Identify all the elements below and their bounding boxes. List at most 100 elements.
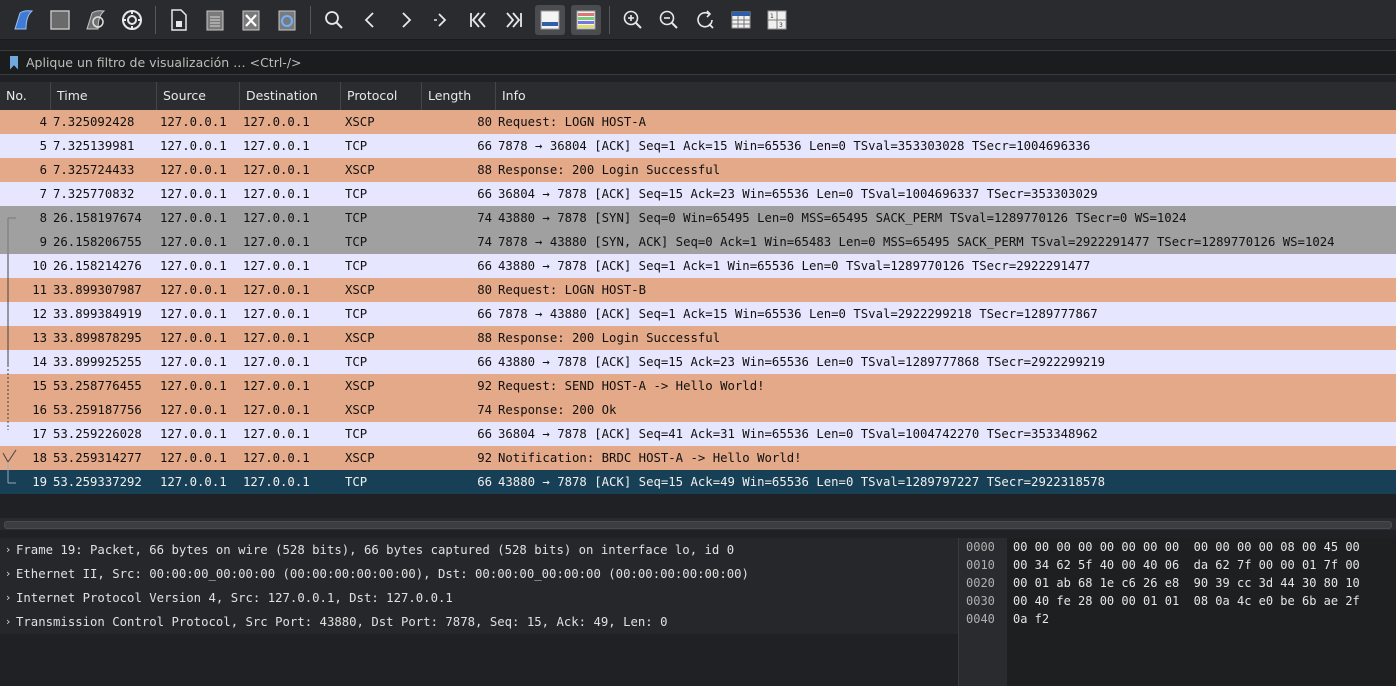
packet-no: 15 bbox=[32, 379, 47, 393]
byte-hex-row[interactable]: 00 00 00 00 00 00 00 00 00 00 00 00 08 0… bbox=[1013, 538, 1360, 556]
packet-time: 53.259187756 bbox=[53, 403, 142, 417]
packet-row[interactable]: 4 7.325092428 127.0.0.1 127.0.0.1 XSCP 80 Requ… bbox=[0, 110, 1396, 134]
packet-destination: 127.0.0.1 bbox=[243, 307, 310, 321]
capture-options-button[interactable] bbox=[117, 5, 147, 35]
reload-file-button[interactable] bbox=[272, 5, 302, 35]
column-header-no[interactable]: No. bbox=[0, 82, 51, 110]
packet-no: 19 bbox=[32, 475, 47, 489]
detail-tree-item[interactable]: › Ethernet II, Src: 00:00:00_00:00:00 (00… bbox=[0, 562, 958, 586]
packet-info: 43880 → 7878 [SYN] Seq=0 Win=65495 Len=0… bbox=[498, 211, 1187, 225]
packet-destination: 127.0.0.1 bbox=[243, 355, 310, 369]
packet-no: 18 bbox=[32, 451, 47, 465]
colorize-icon bbox=[576, 10, 596, 29]
packet-row[interactable]: 14 33.899925255 127.0.0.1 127.0.0.1 TCP 66 438… bbox=[0, 350, 1396, 374]
resize-columns-button[interactable] bbox=[726, 5, 756, 35]
packet-row[interactable]: 15 53.258776455 127.0.0.1 127.0.0.1 XSCP 92 Re… bbox=[0, 374, 1396, 398]
packet-row[interactable]: 8 26.158197674 127.0.0.1 127.0.0.1 TCP 74 4388… bbox=[0, 206, 1396, 230]
display-filter-bar bbox=[0, 50, 1396, 75]
detail-tree-item[interactable]: › Frame 19: Packet, 66 bytes on wire (528… bbox=[0, 538, 958, 562]
zoom-in-button[interactable] bbox=[618, 5, 648, 35]
column-header-source[interactable]: Source bbox=[157, 82, 240, 110]
byte-hex-row[interactable]: 00 40 fe 28 00 00 01 01 08 0a 4c e0 be 6… bbox=[1013, 592, 1360, 610]
packet-row[interactable]: 17 53.259226028 127.0.0.1 127.0.0.1 TCP 66 368… bbox=[0, 422, 1396, 446]
go-forward-button[interactable] bbox=[391, 5, 421, 35]
packet-row[interactable]: 11 33.899307987 127.0.0.1 127.0.0.1 XSCP 80 Re… bbox=[0, 278, 1396, 302]
packet-no: 8 bbox=[39, 211, 47, 225]
packet-row[interactable]: 12 33.899384919 127.0.0.1 127.0.0.1 TCP 66 787… bbox=[0, 302, 1396, 326]
close-file-button[interactable] bbox=[236, 5, 266, 35]
packet-protocol: XSCP bbox=[345, 451, 375, 465]
packet-info: 43880 → 7878 [ACK] Seq=1 Ack=1 Win=65536… bbox=[498, 259, 1091, 273]
byte-offset: 0010 bbox=[966, 558, 995, 572]
packet-protocol: XSCP bbox=[345, 115, 375, 129]
stop-capture-button[interactable] bbox=[45, 5, 75, 35]
byte-hex-row[interactable]: 00 01 ab 68 1e c6 26 e8 90 39 cc 3d 44 3… bbox=[1013, 574, 1360, 592]
colorize-button[interactable] bbox=[571, 4, 601, 35]
byte-hex-row[interactable]: 0a f2 bbox=[1013, 610, 1360, 628]
packet-row[interactable]: 13 33.899878295 127.0.0.1 127.0.0.1 XSCP 88 Re… bbox=[0, 326, 1396, 350]
chevron-right-icon[interactable]: › bbox=[0, 586, 16, 610]
go-first-packet-button[interactable] bbox=[463, 5, 493, 35]
packet-info: Request: SEND HOST-A -> Hello World! bbox=[498, 379, 765, 393]
pane-splitter[interactable] bbox=[0, 518, 1396, 530]
packet-protocol: XSCP bbox=[345, 163, 375, 177]
chevron-right-icon[interactable]: › bbox=[0, 562, 16, 586]
column-header-time[interactable]: Time bbox=[51, 82, 157, 110]
packet-row[interactable]: 5 7.325139981 127.0.0.1 127.0.0.1 TCP 66 7878 … bbox=[0, 134, 1396, 158]
chevron-right-icon[interactable]: › bbox=[0, 538, 16, 562]
packet-protocol: TCP bbox=[345, 211, 368, 225]
byte-hex-row[interactable]: 00 34 62 5f 40 00 40 06 da 62 7f 00 00 0… bbox=[1013, 556, 1360, 574]
packet-protocol: TCP bbox=[345, 427, 368, 441]
filter-bookmark-icon[interactable] bbox=[10, 55, 18, 70]
detail-tree-label: Internet Protocol Version 4, Src: 127.0.… bbox=[16, 591, 453, 605]
packet-row[interactable]: 18 53.259314277 127.0.0.1 127.0.0.1 XSCP 92 No… bbox=[0, 446, 1396, 470]
packet-protocol: XSCP bbox=[345, 283, 375, 297]
column-header-info[interactable]: Info bbox=[496, 82, 1396, 110]
column-prefs-button[interactable]: 13 bbox=[762, 5, 792, 35]
zoom-in-icon bbox=[623, 10, 642, 29]
column-header-destination[interactable]: Destination bbox=[240, 82, 341, 110]
packet-time: 53.259226028 bbox=[53, 427, 142, 441]
packet-length: 92 bbox=[477, 451, 492, 465]
packet-destination: 127.0.0.1 bbox=[243, 115, 310, 129]
column-header-length[interactable]: Length bbox=[422, 82, 496, 110]
display-filter-input[interactable] bbox=[26, 52, 1396, 73]
packet-info: Request: LOGN HOST-A bbox=[498, 115, 647, 129]
packet-time: 7.325724433 bbox=[53, 163, 135, 177]
column-header-protocol[interactable]: Protocol bbox=[341, 82, 422, 110]
detail-tree-item[interactable]: › Internet Protocol Version 4, Src: 127.0… bbox=[0, 586, 958, 610]
packet-source: 127.0.0.1 bbox=[160, 379, 227, 393]
start-capture-button[interactable] bbox=[9, 5, 39, 35]
go-back-button[interactable] bbox=[355, 5, 385, 35]
detail-tree-item[interactable]: › Transmission Control Protocol, Src Port… bbox=[0, 610, 958, 634]
packet-row[interactable]: 10 26.158214276 127.0.0.1 127.0.0.1 TCP 66 438… bbox=[0, 254, 1396, 278]
save-file-button[interactable] bbox=[200, 5, 230, 35]
column-prefs-icon: 13 bbox=[767, 10, 787, 29]
zoom-out-button[interactable] bbox=[654, 5, 684, 35]
packet-row[interactable]: 16 53.259187756 127.0.0.1 127.0.0.1 XSCP 74 Re… bbox=[0, 398, 1396, 422]
normal-size-button[interactable] bbox=[690, 5, 720, 35]
chevron-right-icon[interactable]: › bbox=[0, 610, 16, 634]
packet-row[interactable]: 7 7.325770832 127.0.0.1 127.0.0.1 TCP 66 36804… bbox=[0, 182, 1396, 206]
find-packet-button[interactable] bbox=[319, 5, 349, 35]
restart-capture-button[interactable] bbox=[81, 5, 111, 35]
packet-time: 26.158197674 bbox=[53, 211, 142, 225]
packet-source: 127.0.0.1 bbox=[160, 163, 227, 177]
packet-length: 80 bbox=[477, 283, 492, 297]
packet-no: 16 bbox=[32, 403, 47, 417]
packet-protocol: XSCP bbox=[345, 403, 375, 417]
packet-info: Request: LOGN HOST-B bbox=[498, 283, 647, 297]
auto-scroll-button[interactable] bbox=[535, 4, 565, 35]
packet-row[interactable]: 6 7.325724433 127.0.0.1 127.0.0.1 XSCP 88 Resp… bbox=[0, 158, 1396, 182]
packet-time: 33.899878295 bbox=[53, 331, 142, 345]
packet-info: Response: 200 Ok bbox=[498, 403, 617, 417]
go-to-packet-button[interactable] bbox=[427, 5, 457, 35]
start-capture-icon bbox=[14, 9, 34, 29]
open-file-button[interactable] bbox=[164, 5, 194, 35]
packet-list: 4 7.325092428 127.0.0.1 127.0.0.1 XSCP 80 Requ… bbox=[0, 110, 1396, 502]
packet-protocol: TCP bbox=[345, 259, 368, 273]
go-last-packet-button[interactable] bbox=[499, 5, 529, 35]
packet-row[interactable]: 9 26.158206755 127.0.0.1 127.0.0.1 TCP 74 7878… bbox=[0, 230, 1396, 254]
packet-row[interactable]: 19 53.259337292 127.0.0.1 127.0.0.1 TCP 66 438… bbox=[0, 470, 1396, 494]
packet-protocol: XSCP bbox=[345, 379, 375, 393]
